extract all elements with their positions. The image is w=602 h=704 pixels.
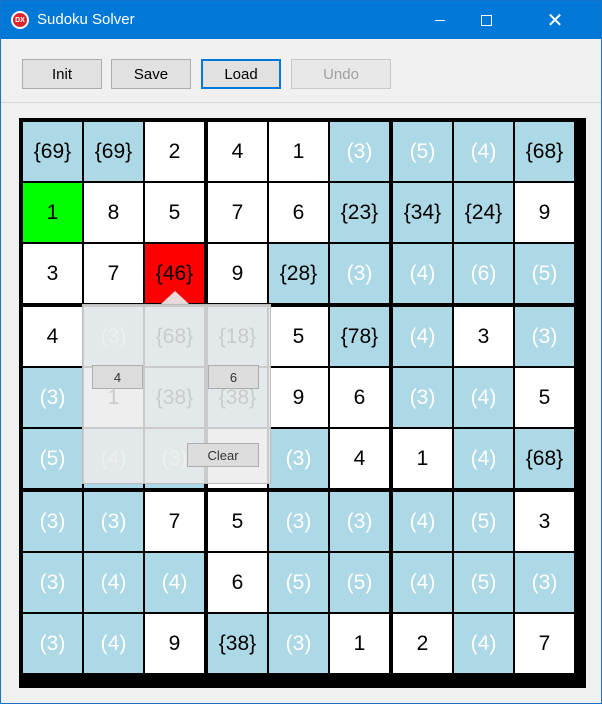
sudoku-cell[interactable]: 6 <box>208 553 267 612</box>
sudoku-cell[interactable]: 1 <box>393 429 452 488</box>
app-window: DX Sudoku Solver ✕ Init Save Load Undo {… <box>0 0 602 704</box>
sudoku-cell[interactable]: (5) <box>515 244 574 303</box>
load-button[interactable]: Load <box>201 59 281 89</box>
maximize-icon <box>480 14 492 26</box>
sudoku-cell[interactable]: 4 <box>208 122 267 181</box>
sudoku-cell[interactable]: (4) <box>84 614 143 673</box>
sudoku-cell[interactable]: 2 <box>393 614 452 673</box>
popup-arrow <box>161 291 189 304</box>
sudoku-cell[interactable]: {78} <box>330 307 389 366</box>
sudoku-cell[interactable]: (3) <box>269 492 328 551</box>
sudoku-cell[interactable]: (3) <box>269 429 328 488</box>
undo-button[interactable]: Undo <box>291 59 391 89</box>
sudoku-cell[interactable]: (4) <box>84 553 143 612</box>
sudoku-cell[interactable]: (3) <box>330 492 389 551</box>
sudoku-cell[interactable]: (4) <box>393 244 452 303</box>
candidate-option-4-button[interactable]: 4 <box>92 365 143 389</box>
sudoku-cell[interactable]: (4) <box>393 553 452 612</box>
sudoku-cell[interactable]: 9 <box>269 368 328 427</box>
sudoku-cell[interactable]: 9 <box>515 183 574 242</box>
sudoku-cell[interactable]: (5) <box>330 553 389 612</box>
sudoku-cell[interactable]: 7 <box>145 492 204 551</box>
sudoku-cell[interactable]: (5) <box>393 122 452 181</box>
minimize-button[interactable] <box>417 1 463 39</box>
sudoku-cell[interactable]: 5 <box>269 307 328 366</box>
sudoku-cell[interactable]: (3) <box>23 614 82 673</box>
sudoku-cell[interactable]: {38} <box>208 614 267 673</box>
sudoku-cell[interactable]: (3) <box>330 244 389 303</box>
sudoku-cell[interactable]: (3) <box>23 368 82 427</box>
sudoku-cell[interactable]: {23} <box>330 183 389 242</box>
sudoku-cell[interactable]: (4) <box>454 368 513 427</box>
sudoku-cell[interactable]: {69} <box>23 122 82 181</box>
sudoku-cell[interactable]: 4 <box>23 307 82 366</box>
sudoku-cell[interactable]: 8 <box>84 183 143 242</box>
sudoku-cell[interactable]: 4 <box>330 429 389 488</box>
sudoku-cell[interactable]: (3) <box>23 553 82 612</box>
minimize-icon <box>435 19 445 21</box>
sudoku-cell[interactable]: 3 <box>23 244 82 303</box>
sudoku-cell[interactable]: 1 <box>269 122 328 181</box>
sudoku-cell[interactable]: 1 <box>23 183 82 242</box>
sudoku-cell[interactable]: 7 <box>208 183 267 242</box>
candidate-option-6-button[interactable]: 6 <box>208 365 259 389</box>
sudoku-cell[interactable]: (3) <box>515 553 574 612</box>
init-button[interactable]: Init <box>22 59 102 89</box>
save-button[interactable]: Save <box>111 59 191 89</box>
sudoku-cell[interactable]: {28} <box>269 244 328 303</box>
window-title: Sudoku Solver <box>37 11 135 28</box>
sudoku-cell[interactable]: 7 <box>84 244 143 303</box>
sudoku-cell[interactable]: 5 <box>145 183 204 242</box>
sudoku-cell[interactable]: 9 <box>208 244 267 303</box>
sudoku-cell[interactable]: (5) <box>269 553 328 612</box>
sudoku-cell[interactable]: 1 <box>330 614 389 673</box>
sudoku-cell[interactable]: {34} <box>393 183 452 242</box>
sudoku-cell[interactable]: (6) <box>454 244 513 303</box>
maximize-button[interactable] <box>463 1 509 39</box>
sudoku-cell[interactable]: (5) <box>23 429 82 488</box>
sudoku-cell[interactable]: 3 <box>454 307 513 366</box>
sudoku-cell[interactable]: 7 <box>515 614 574 673</box>
close-icon: ✕ <box>546 8 564 32</box>
sudoku-cell[interactable]: (5) <box>454 553 513 612</box>
sudoku-cell[interactable]: (4) <box>454 122 513 181</box>
sudoku-cell[interactable]: 6 <box>269 183 328 242</box>
sudoku-cell[interactable]: {68} <box>515 429 574 488</box>
sudoku-cell[interactable]: (3) <box>393 368 452 427</box>
sudoku-cell[interactable]: 5 <box>208 492 267 551</box>
sudoku-cell[interactable]: {69} <box>84 122 143 181</box>
sudoku-cell[interactable]: (3) <box>515 307 574 366</box>
sudoku-cell[interactable]: (5) <box>454 492 513 551</box>
title-bar[interactable]: DX Sudoku Solver ✕ <box>1 1 601 39</box>
sudoku-cell[interactable]: (4) <box>393 492 452 551</box>
sudoku-cell[interactable]: {68} <box>515 122 574 181</box>
sudoku-cell[interactable]: (4) <box>454 429 513 488</box>
app-icon: DX <box>11 11 29 29</box>
sudoku-cell[interactable]: (3) <box>84 492 143 551</box>
candidate-popup: 4 6 Clear <box>82 304 271 484</box>
close-button[interactable]: ✕ <box>509 1 601 39</box>
sudoku-cell[interactable]: 3 <box>515 492 574 551</box>
sudoku-cell[interactable]: 6 <box>330 368 389 427</box>
sudoku-cell[interactable]: 2 <box>145 122 204 181</box>
clear-button[interactable]: Clear <box>187 443 259 467</box>
sudoku-cell[interactable]: (4) <box>454 614 513 673</box>
sudoku-cell[interactable]: (3) <box>330 122 389 181</box>
sudoku-cell[interactable]: 5 <box>515 368 574 427</box>
sudoku-cell[interactable]: 9 <box>145 614 204 673</box>
toolbar: Init Save Load Undo <box>1 39 601 103</box>
sudoku-cell[interactable]: (3) <box>23 492 82 551</box>
sudoku-cell[interactable]: (3) <box>269 614 328 673</box>
sudoku-cell[interactable]: {24} <box>454 183 513 242</box>
sudoku-cell[interactable]: (4) <box>145 553 204 612</box>
sudoku-cell[interactable]: (4) <box>393 307 452 366</box>
